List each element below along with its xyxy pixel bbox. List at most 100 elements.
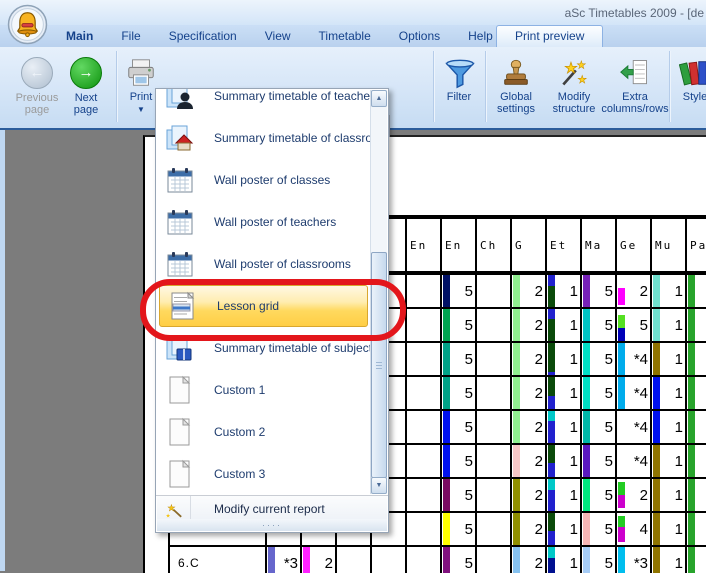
lesson-count-value: 5	[465, 479, 473, 511]
menu-item-options[interactable]: Options	[385, 29, 454, 43]
subject-color-bar	[618, 482, 625, 495]
subject-color-bar	[548, 411, 555, 421]
subject-color-bar	[268, 547, 275, 573]
subject-color-bar	[688, 479, 695, 511]
menu-items: MainFileSpecificationViewTimetableOption…	[52, 25, 507, 47]
table-cell: 5	[582, 275, 617, 307]
pages-person-icon	[165, 89, 195, 111]
lesson-count-value: 2	[640, 479, 648, 511]
dropdown-item-custom-3[interactable]: Custom 3	[157, 453, 370, 495]
lesson-count-value: 5	[465, 513, 473, 545]
menu-item-view[interactable]: View	[251, 29, 305, 43]
next-page-button[interactable]: → Next page	[62, 57, 110, 116]
dropdown-item-summary-timetable-of-subjects[interactable]: Summary timetable of subjects	[157, 327, 370, 369]
scrollbar[interactable]: ▲ ▼	[370, 90, 387, 494]
subject-color-bar	[548, 275, 555, 286]
lesson-count-value: 5	[605, 377, 613, 409]
menu-item-specification[interactable]: Specification	[155, 29, 251, 43]
dropdown-item-label: Wall poster of teachers	[214, 215, 336, 229]
dropdown-item-custom-1[interactable]: Custom 1	[157, 369, 370, 411]
modify-current-report-button[interactable]: ★★ Modify current report	[157, 496, 387, 521]
table-cell: 4	[617, 513, 652, 545]
dropdown-item-label: Summary timetable of teachers	[214, 89, 370, 103]
subject-color-bar	[513, 547, 520, 573]
previous-page-button[interactable]: ← Previous page	[10, 57, 64, 116]
subject-color-bar	[653, 547, 660, 573]
scroll-down-button[interactable]: ▼	[371, 477, 387, 494]
filter-button[interactable]: Filter	[436, 57, 482, 103]
lesson-count-value: 1	[570, 309, 578, 341]
stamp-icon	[500, 57, 532, 89]
extra-columns-rows-button[interactable]: Extra columns/rows	[602, 57, 668, 115]
lesson-count-value: 5	[605, 275, 613, 307]
lesson-count-value: 1	[570, 445, 578, 477]
tab-print-preview[interactable]: Print preview	[496, 25, 603, 47]
dropdown-item-wall-poster-of-classes[interactable]: Wall poster of classes	[157, 159, 370, 201]
extra-columns-icon	[619, 57, 651, 89]
dropdown-item-summary-timetable-of-teachers[interactable]: Summary timetable of teachers	[157, 89, 370, 117]
lesson-count-value: 5	[605, 479, 613, 511]
dropdown-item-summary-timetable-of-classrooms[interactable]: Summary timetable of classrooms	[157, 117, 370, 159]
arrow-right-icon: →	[70, 57, 102, 89]
subject-color-bar	[618, 328, 625, 341]
grid-page-icon	[168, 291, 198, 321]
resize-grip[interactable]: ····	[157, 519, 387, 531]
table-cell	[477, 309, 512, 341]
subject-color-bar	[583, 411, 590, 443]
dropdown-item-lesson-grid[interactable]: Lesson grid	[159, 285, 368, 327]
dropdown-item-label: Summary timetable of subjects	[214, 341, 370, 355]
subject-color-bar	[548, 286, 555, 307]
scroll-up-button[interactable]: ▲	[371, 90, 387, 107]
dropdown-item-label: Custom 2	[214, 425, 265, 439]
scrollbar-thumb[interactable]	[371, 252, 387, 478]
table-cell	[477, 479, 512, 511]
pages-book-icon	[165, 333, 195, 363]
table-cell: 1	[547, 309, 582, 341]
table-cell	[687, 547, 706, 573]
lesson-count-value: 5	[605, 445, 613, 477]
books-icon	[679, 57, 706, 89]
global-settings-button[interactable]: Global settings	[488, 57, 544, 115]
table-cell: 1	[652, 547, 687, 573]
table-cell	[477, 377, 512, 409]
lesson-count-value: 1	[570, 479, 578, 511]
blank-page-icon	[165, 375, 195, 405]
menu-item-file[interactable]: File	[107, 29, 154, 43]
subject-color-bar	[548, 319, 555, 341]
dropdown-item-wall-poster-of-teachers[interactable]: Wall poster of teachers	[157, 201, 370, 243]
subject-color-bar	[513, 275, 520, 307]
subject-color-bar	[513, 445, 520, 477]
menu-item-timetable[interactable]: Timetable	[305, 29, 385, 43]
lesson-count-value: 5	[640, 309, 648, 341]
subject-color-bar	[548, 490, 555, 511]
table-cell	[407, 547, 442, 573]
subject-color-bar	[583, 275, 590, 307]
dropdown-item-wall-poster-of-classrooms[interactable]: Wall poster of classrooms	[157, 243, 370, 285]
lesson-count-value: 1	[675, 377, 683, 409]
menu-item-main[interactable]: Main	[52, 29, 107, 43]
subject-color-bar	[618, 495, 625, 508]
subject-color-bar	[583, 343, 590, 375]
lesson-count-value: 1	[570, 547, 578, 573]
subject-color-bar	[513, 377, 520, 409]
lesson-count-value: 1	[570, 377, 578, 409]
table-cell: 5	[582, 309, 617, 341]
table-cell: 5	[582, 411, 617, 443]
table-cell	[477, 445, 512, 477]
app-logo-button[interactable]	[7, 4, 48, 45]
lesson-count-value: 2	[535, 377, 543, 409]
style-button[interactable]: Style	[672, 57, 706, 103]
class-name-label: 6.C	[178, 547, 200, 573]
style-label: Style	[683, 91, 706, 103]
subject-color-bar	[653, 479, 660, 511]
lesson-count-value: 1	[675, 513, 683, 545]
table-cell: 5	[442, 479, 477, 511]
dropdown-item-custom-2[interactable]: Custom 2	[157, 411, 370, 453]
dropdown-item-label: Summary timetable of classrooms	[214, 131, 370, 145]
class-name-cell: 6.C	[170, 547, 267, 573]
table-cell: 2	[512, 547, 547, 573]
lesson-count-value: *3	[284, 547, 298, 573]
modify-structure-button[interactable]: ★ ★ ★ Modify structure	[546, 57, 602, 115]
title-bar: aSc Timetables 2009 - [de	[0, 0, 706, 25]
lesson-count-value: 1	[570, 411, 578, 443]
